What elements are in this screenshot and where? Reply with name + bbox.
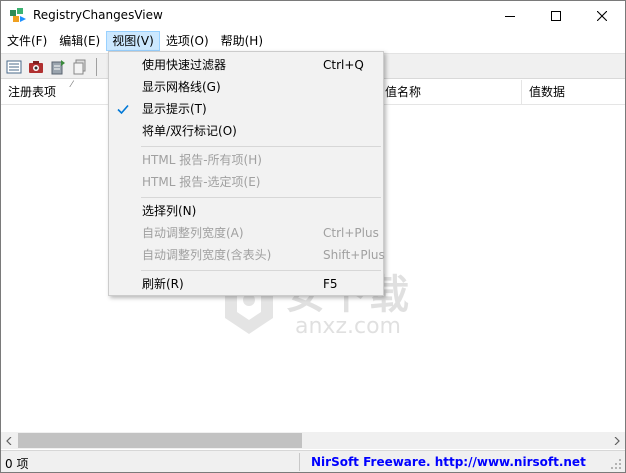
menu-item-label: HTML 报告-选定项(E) [142, 175, 261, 189]
checkmark-icon [117, 104, 129, 115]
menu-item-choose-columns[interactable]: 选择列(N) [111, 200, 381, 222]
minimize-icon [505, 16, 515, 17]
toolbar-copy-button[interactable] [70, 57, 90, 77]
status-bar: 0 项 NirSoft Freeware. http://www.nirsoft… [1, 450, 625, 472]
column-label: 注册表项 [8, 85, 57, 99]
view-menu-dropdown: 使用快速过滤器 Ctrl+Q 显示网格线(G) 显示提示(T) 将单/双行标记(… [108, 51, 385, 296]
menu-item-shortcut: F5 [323, 277, 338, 291]
menu-item-auto-size-columns-headers[interactable]: 自动调整列宽度(含表头) Shift+Plus [111, 244, 385, 266]
toolbar-snapshot-button[interactable] [26, 57, 46, 77]
snapshot-icon [29, 61, 43, 73]
copy-icon [73, 59, 86, 75]
close-button[interactable] [579, 1, 625, 31]
resize-grip-icon[interactable] [609, 457, 623, 471]
menu-item-label: 选择列(N) [142, 204, 197, 218]
menu-file[interactable]: 文件(F) [1, 31, 53, 51]
menu-item-show-gridlines[interactable]: 显示网格线(G) [111, 76, 381, 98]
menu-item-show-tooltips[interactable]: 显示提示(T) [111, 98, 381, 120]
chevron-left-icon [6, 436, 12, 445]
nirsoft-link[interactable]: NirSoft Freeware. http://www.nirsoft.net [311, 455, 586, 469]
menu-item-quick-filter[interactable]: 使用快速过滤器 Ctrl+Q [111, 54, 381, 76]
toolbar-list-button[interactable] [4, 57, 24, 77]
menu-item-html-report-selected[interactable]: HTML 报告-选定项(E) [111, 171, 381, 193]
horizontal-scrollbar[interactable] [1, 432, 625, 449]
menu-edit[interactable]: 编辑(E) [53, 31, 106, 51]
menu-item-label: 使用快速过滤器 [142, 58, 227, 72]
list-icon [6, 60, 22, 74]
menu-item-shortcut: Ctrl+Plus [323, 226, 379, 240]
menu-item-label: 显示提示(T) [142, 102, 207, 116]
sort-ascending-icon: ⁄ [71, 80, 73, 90]
menu-item-label: 刷新(R) [142, 277, 184, 291]
menu-item-refresh[interactable]: 刷新(R) F5 [111, 273, 381, 295]
menu-item-label: HTML 报告-所有项(H) [142, 153, 262, 167]
menu-item-mark-odd-even-rows[interactable]: 将单/双行标记(O) [111, 120, 381, 142]
maximize-button[interactable] [533, 1, 579, 31]
column-label: 值数据 [529, 85, 566, 99]
menu-options[interactable]: 选项(O) [160, 31, 215, 51]
toolbar-export-button[interactable] [48, 57, 68, 77]
title-bar[interactable]: RegistryChangesView [1, 1, 625, 31]
menu-item-html-report-all[interactable]: HTML 报告-所有项(H) [111, 149, 381, 171]
menu-separator [141, 270, 381, 271]
window-title: RegistryChangesView [33, 8, 163, 22]
toolbar-separator [96, 58, 97, 76]
menu-item-label: 自动调整列宽度(A) [142, 226, 244, 240]
scroll-right-button[interactable] [608, 432, 625, 449]
scroll-thumb[interactable] [18, 433, 302, 448]
close-icon [597, 11, 607, 21]
scroll-left-button[interactable] [1, 432, 18, 449]
menu-item-shortcut: Shift+Plus [323, 248, 385, 262]
menu-item-label: 将单/双行标记(O) [142, 124, 237, 138]
export-icon [51, 60, 65, 75]
watermark-subtext: anxz.com [295, 314, 401, 339]
menu-help[interactable]: 帮助(H) [215, 31, 269, 51]
maximize-icon [551, 11, 561, 21]
menu-item-label: 自动调整列宽度(含表头) [142, 248, 272, 262]
column-value-data[interactable]: 值数据 [522, 80, 625, 105]
app-window: RegistryChangesView 文件(F) 编辑(E) 视图(V) 选项… [0, 0, 626, 473]
minimize-button[interactable] [487, 1, 533, 31]
menu-item-auto-size-columns[interactable]: 自动调整列宽度(A) Ctrl+Plus [111, 222, 381, 244]
chevron-right-icon [614, 436, 620, 445]
registry-app-icon [9, 7, 27, 25]
menu-separator [141, 197, 381, 198]
item-count: 0 项 [5, 457, 29, 471]
menu-bar: 文件(F) 编辑(E) 视图(V) 选项(O) 帮助(H) [1, 31, 625, 51]
menu-item-shortcut: Ctrl+Q [323, 58, 364, 72]
menu-item-label: 显示网格线(G) [142, 80, 221, 94]
status-divider [299, 453, 300, 471]
column-value-name[interactable]: 值名称 [378, 80, 522, 105]
menu-separator [141, 146, 381, 147]
menu-view[interactable]: 视图(V) [106, 31, 160, 51]
column-label: 值名称 [385, 85, 422, 99]
